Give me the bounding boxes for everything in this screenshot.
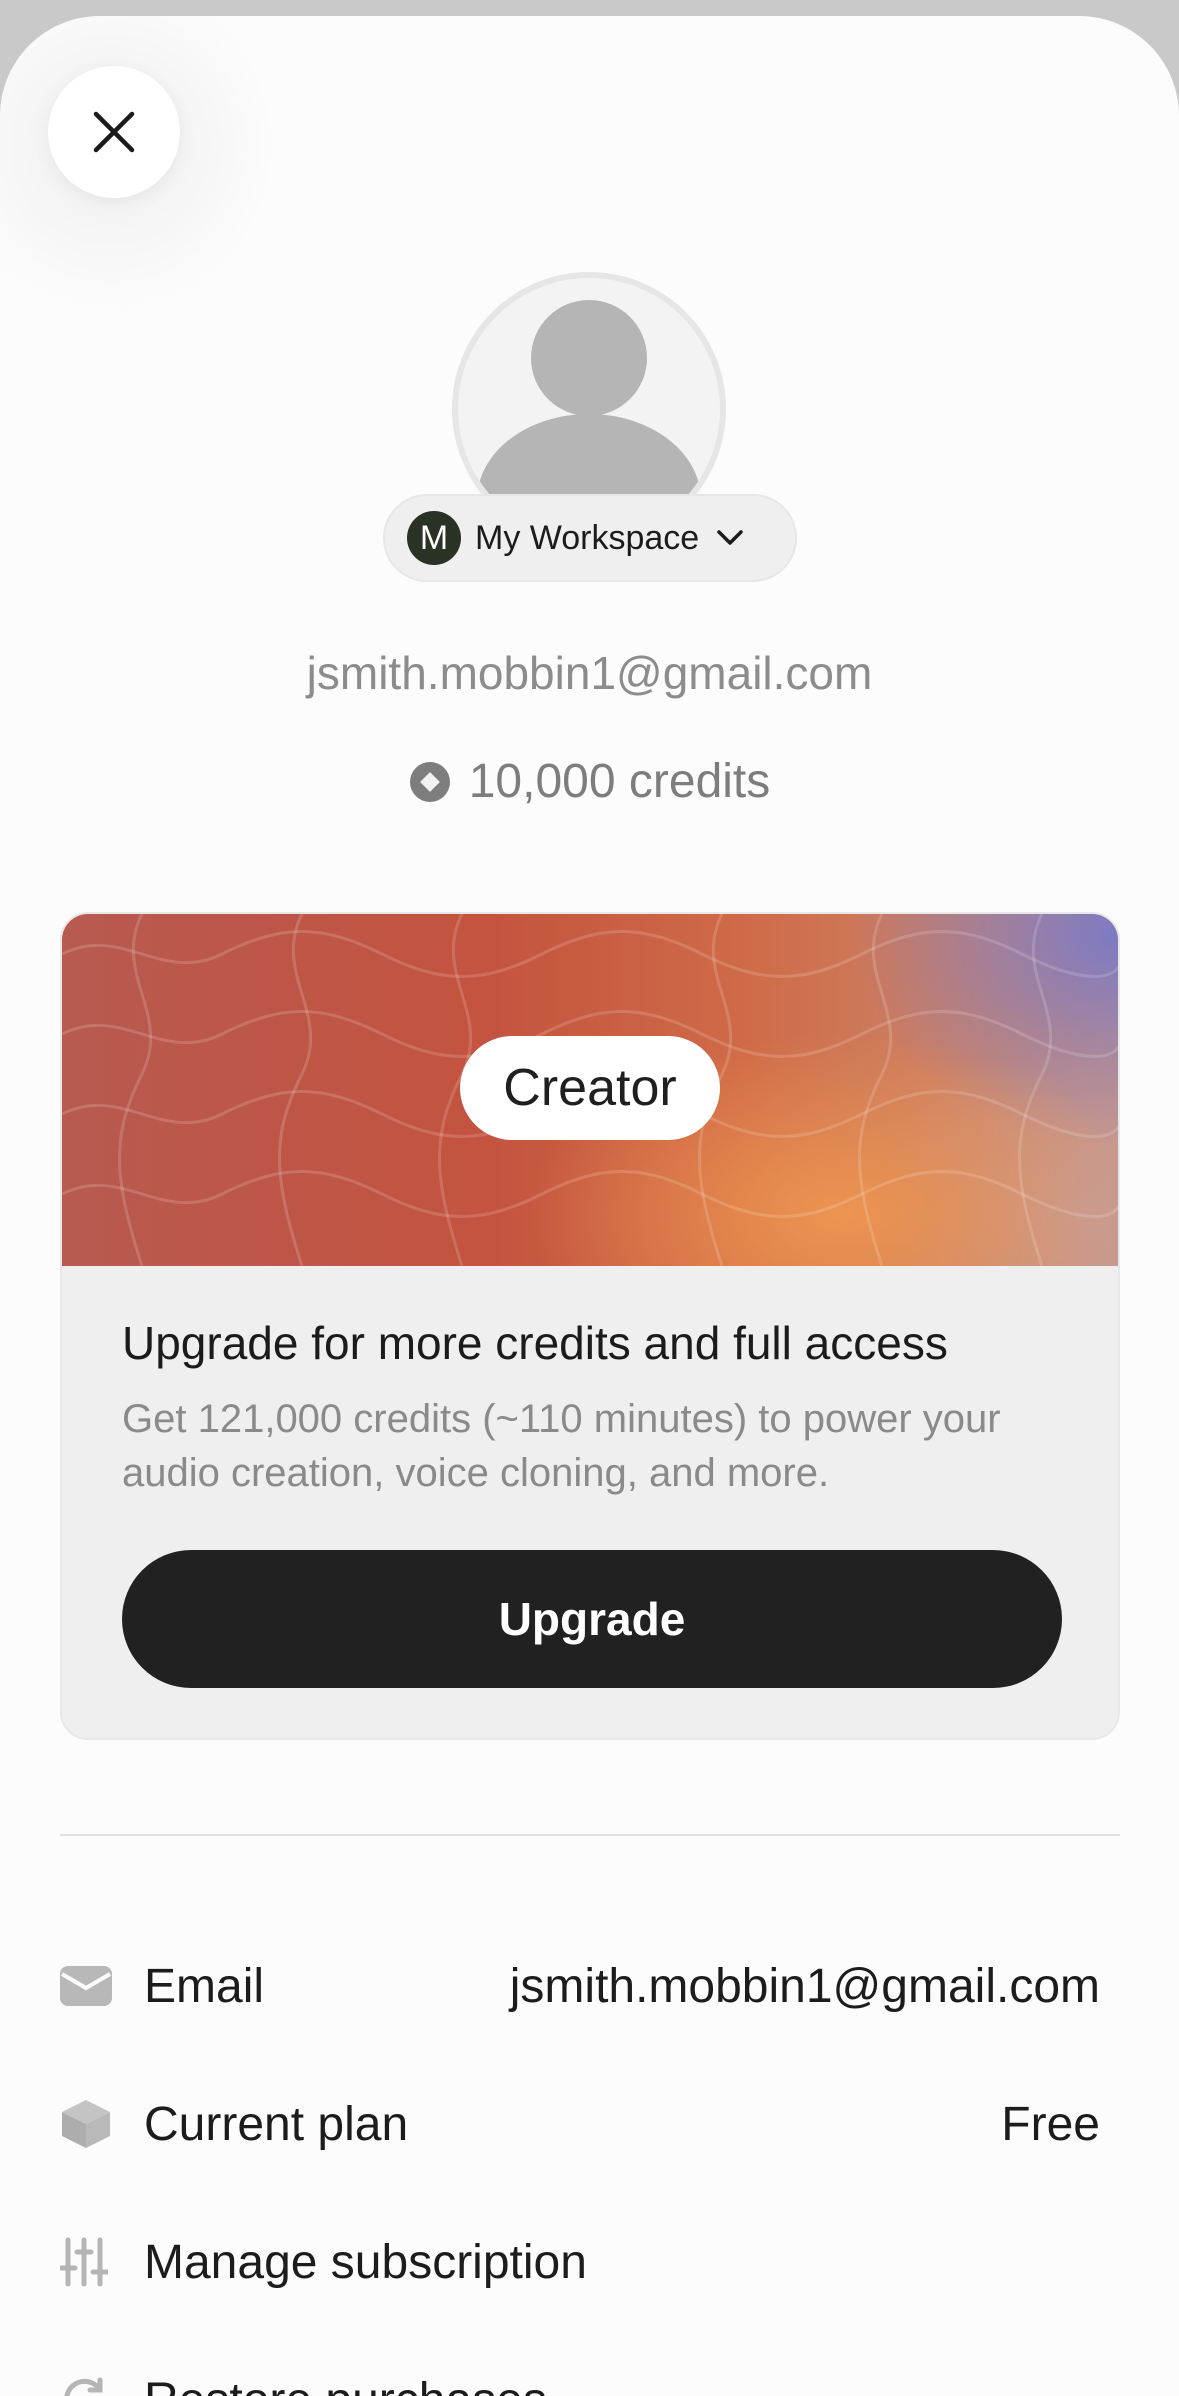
plan-name-badge: Creator (460, 1036, 720, 1140)
settings-row-value: Free (1001, 2097, 1100, 2151)
settings-row-current-plan[interactable]: Current plan Free (60, 2074, 1100, 2174)
cube-icon (60, 2094, 120, 2154)
envelope-icon (60, 1956, 120, 2016)
upgrade-title: Upgrade for more credits and full access (122, 1317, 948, 1369)
refresh-icon (60, 2370, 120, 2396)
settings-row-email[interactable]: Email jsmith.mobbin1@gmail.com (60, 1936, 1100, 2036)
upgrade-card: Creator Upgrade for more credits and ful… (60, 912, 1120, 1740)
settings-row-label: Email (144, 1959, 265, 2013)
settings-row-manage-subscription[interactable]: Manage subscription (60, 2212, 1100, 2312)
chevron-down-icon (717, 530, 743, 545)
workspace-switcher[interactable]: M My Workspace (383, 494, 797, 582)
account-email: jsmith.mobbin1@gmail.com (306, 647, 873, 699)
settings-row-restore-purchases[interactable]: Restore purchases (60, 2350, 1100, 2396)
workspace-name: My Workspace (475, 518, 700, 557)
credits-balance: 10,000 credits (0, 754, 1179, 809)
sliders-icon (60, 2232, 120, 2292)
settings-row-label: Current plan (144, 2097, 409, 2151)
workspace-badge: M (407, 511, 461, 565)
settings-row-label: Restore purchases (144, 2373, 1100, 2396)
credits-text: 10,000 credits (468, 755, 771, 808)
account-sheet: M My Workspace jsmith.mobbin1@gmail.com … (0, 16, 1179, 2396)
settings-row-label: Manage subscription (144, 2235, 587, 2289)
credit-coin-icon (409, 761, 450, 802)
section-divider (60, 1834, 1120, 1836)
settings-row-value: jsmith.mobbin1@gmail.com (509, 1959, 1100, 2013)
upgrade-button[interactable]: Upgrade (122, 1550, 1062, 1688)
upgrade-card-body: Upgrade for more credits and full access… (62, 1266, 1118, 1688)
plan-banner: Creator (62, 914, 1118, 1266)
close-button[interactable] (48, 66, 180, 198)
close-icon (93, 111, 135, 153)
upgrade-description: Get 121,000 credits (~110 minutes) to po… (122, 1397, 1001, 1495)
